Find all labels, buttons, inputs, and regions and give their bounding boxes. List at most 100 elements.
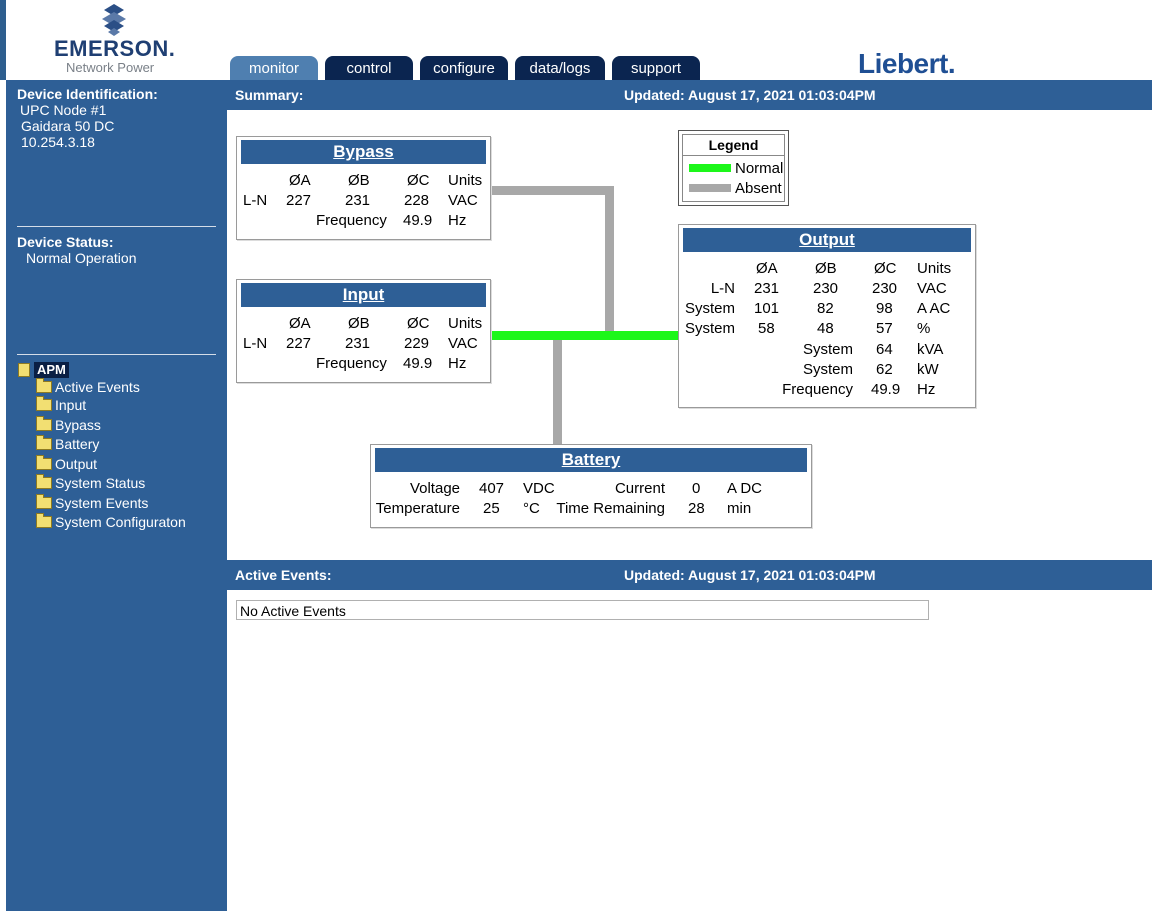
col-header: ØA: [756, 260, 778, 277]
col-header: ØA: [289, 315, 311, 332]
col-header: ØB: [815, 260, 837, 277]
col-header: Units: [448, 315, 483, 332]
tree-item-label: Output: [55, 456, 98, 472]
col-header: ØC: [407, 315, 430, 332]
time-remaining-label: Time Remaining: [556, 500, 665, 517]
system-value: 64: [876, 341, 893, 358]
tree-item-label: System Configuraton: [55, 514, 186, 530]
current-units: A DC: [727, 480, 763, 497]
liebert-logo: Liebert.: [858, 48, 956, 79]
frequency-value: 49.9: [403, 355, 433, 372]
summary-bar: Summary: Updated: August 17, 2021 01:03:…: [227, 80, 1152, 110]
folder-icon: [36, 513, 52, 528]
tree-item-input[interactable]: Input: [36, 396, 86, 414]
folder-icon: [36, 474, 52, 489]
value-b: 48: [817, 320, 834, 337]
row-label: L-N: [710, 280, 735, 297]
legend: Legend Normal Absent: [678, 130, 789, 206]
tree-item-system-configuration[interactable]: System Configuraton: [36, 513, 186, 531]
apm-page-icon: [18, 363, 30, 377]
temperature-label: Temperature: [375, 500, 460, 517]
tree-item-active-events[interactable]: Active Events: [36, 378, 140, 396]
folder-icon: [36, 378, 52, 393]
sidebar-divider: [17, 226, 216, 227]
bypass-title[interactable]: Bypass: [241, 140, 486, 164]
frequency-units: Hz: [448, 212, 467, 229]
col-header: ØB: [348, 315, 370, 332]
units: %: [917, 320, 931, 337]
temperature-value: 25: [483, 500, 500, 517]
active-events-label: Active Events:: [235, 567, 332, 583]
legend-normal-label: Normal: [735, 160, 784, 177]
tree-item-output[interactable]: Output: [36, 455, 97, 473]
value-b: 230: [813, 280, 839, 297]
row-label: L-N: [243, 335, 268, 352]
sidebar-divider: [17, 354, 216, 355]
legend-absent-label: Absent: [735, 180, 782, 197]
active-events-updated: Updated: August 17, 2021 01:03:04PM: [624, 567, 876, 583]
tree-item-label: Input: [55, 397, 87, 413]
value-b: 231: [345, 192, 371, 209]
tab-control[interactable]: control: [325, 56, 413, 80]
tree-root-apm[interactable]: APM: [34, 362, 69, 378]
value-c: 228: [404, 192, 430, 209]
folder-icon: [36, 435, 52, 450]
active-events-list: No Active Events: [236, 600, 929, 620]
tree-item-battery[interactable]: Battery: [36, 435, 99, 453]
device-status-value: Normal Operation: [26, 250, 137, 266]
value-a: 101: [754, 300, 780, 317]
left-edge-strip: [0, 0, 6, 80]
device-name: UPC Node #1: [20, 102, 107, 118]
value-c: 230: [872, 280, 898, 297]
system-units: kW: [917, 361, 939, 378]
row-label: System: [685, 300, 736, 317]
voltage-label: Voltage: [409, 480, 460, 497]
tree-item-label: Active Events: [55, 379, 140, 395]
tree-item-bypass[interactable]: Bypass: [36, 416, 101, 434]
units: A AC: [917, 300, 951, 317]
value-b: 231: [345, 335, 371, 352]
value-a: 231: [754, 280, 780, 297]
folder-icon: [36, 396, 52, 411]
col-header: ØB: [348, 172, 370, 189]
tab-support[interactable]: support: [612, 56, 700, 80]
frequency-units: Hz: [448, 355, 467, 372]
emerson-subtitle: Network Power: [66, 60, 155, 75]
row-label: System: [685, 320, 736, 337]
legend-absent-swatch: [689, 184, 731, 192]
input-panel: Input ØA ØB ØC Units L-N 227 231 229 VAC…: [236, 279, 491, 383]
col-header: Units: [448, 172, 483, 189]
current-label: Current: [614, 480, 665, 497]
col-header: ØC: [874, 260, 897, 277]
device-status-heading: Device Status:: [17, 234, 114, 250]
tab-data-logs[interactable]: data/logs: [515, 56, 605, 80]
frequency-value: 49.9: [871, 381, 901, 398]
system-value: 62: [876, 361, 893, 378]
frequency-label: Frequency: [316, 212, 387, 229]
battery-title[interactable]: Battery: [375, 448, 807, 472]
device-identification-heading: Device Identification:: [17, 86, 158, 102]
tab-monitor[interactable]: monitor: [230, 56, 318, 80]
col-header: ØA: [289, 172, 311, 189]
input-title[interactable]: Input: [241, 283, 486, 307]
bypass-pipe-vertical: [605, 186, 614, 331]
time-remaining-value: 28: [688, 500, 705, 517]
tree-item-label: System Status: [55, 475, 146, 491]
value-c: 98: [876, 300, 893, 317]
emerson-emblem-icon: [102, 4, 126, 36]
tree-item-system-status[interactable]: System Status: [36, 474, 145, 492]
tab-configure[interactable]: configure: [420, 56, 508, 80]
voltage-units: VDC: [523, 480, 555, 497]
battery-panel: Battery Voltage 407 VDC Current 0 A DC T…: [370, 444, 812, 528]
summary-label: Summary:: [235, 87, 304, 103]
output-title[interactable]: Output: [683, 228, 971, 252]
frequency-value: 49.9: [403, 212, 433, 229]
col-header: Units: [917, 260, 952, 277]
sidebar: Device Identification: UPC Node #1 Gaida…: [6, 80, 227, 911]
tree-item-label: System Events: [55, 495, 149, 511]
input-output-pipe: [489, 331, 679, 340]
tree-item-system-events[interactable]: System Events: [36, 494, 148, 512]
output-panel: Output ØA ØB ØC Units L-N 231 230 230 VA…: [678, 224, 976, 408]
battery-pipe: [553, 340, 562, 444]
tree-item-label: Bypass: [55, 417, 101, 433]
